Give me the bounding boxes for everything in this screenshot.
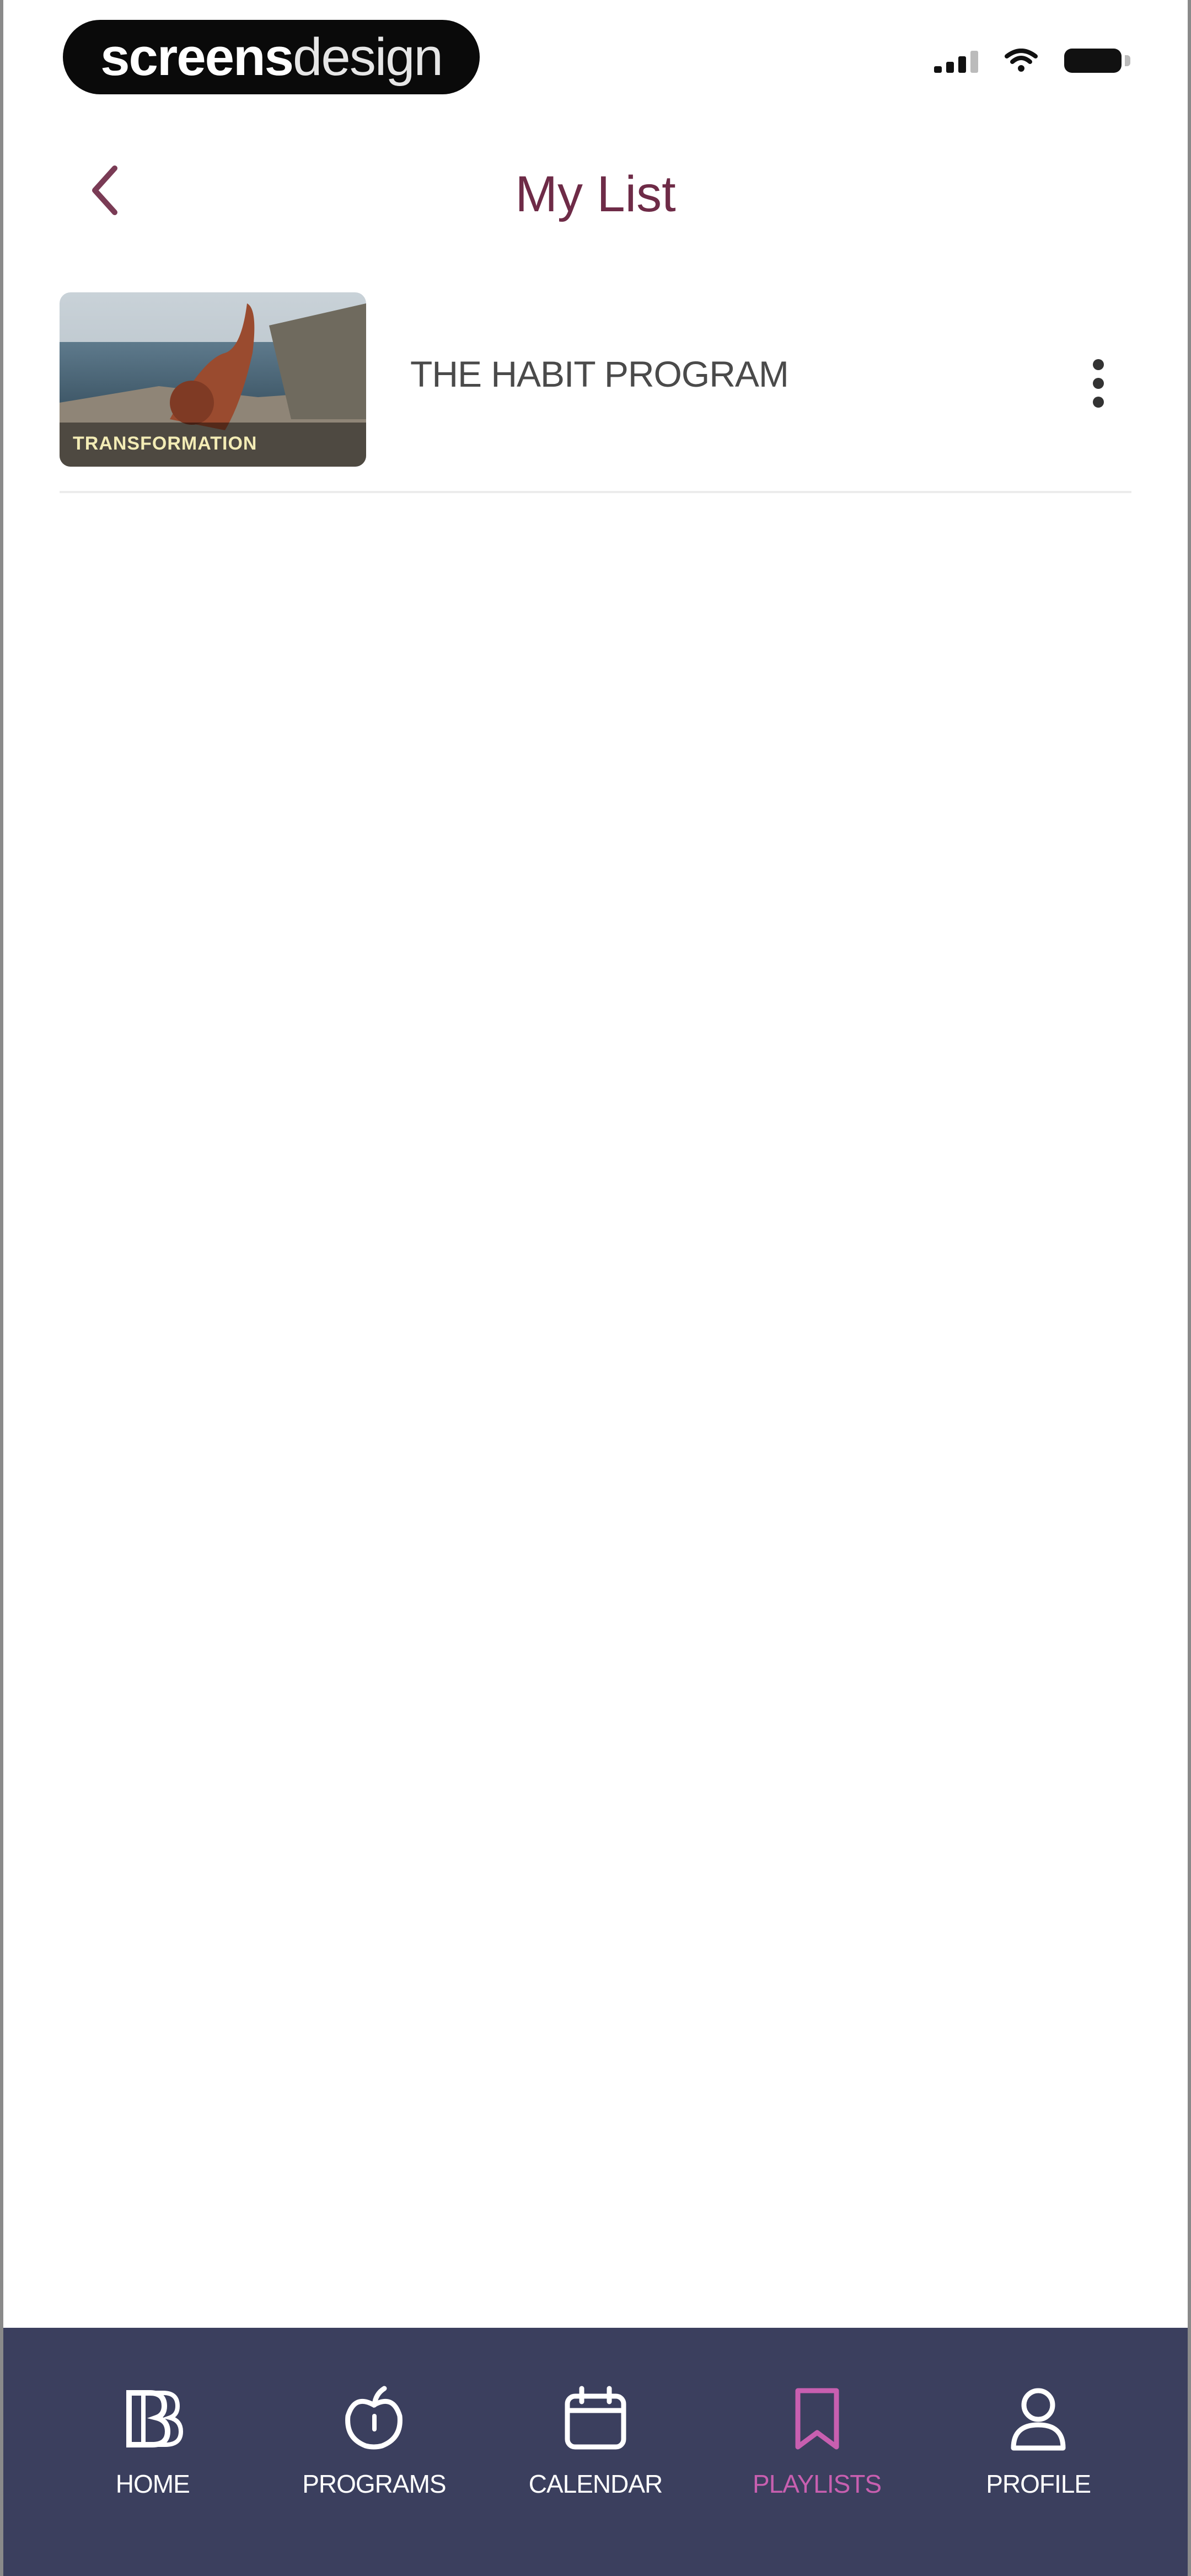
watermark-bold-text: screens [100, 27, 294, 87]
tab-home-label: HOME [115, 2470, 190, 2498]
wifi-icon [1005, 49, 1038, 72]
more-options-button[interactable] [1082, 353, 1115, 414]
watermark-light-text: design [293, 27, 443, 87]
signal-icon [934, 49, 978, 73]
bottom-tab-bar: HOME PROGRAMS CALENDAR PLAYLISTS PROFILE [3, 2328, 1188, 2576]
status-bar: screens design [3, 0, 1188, 121]
thumbnail-label: TRANSFORMATION [73, 433, 257, 454]
phone-screen: screens design My List TRANSFORMATION TH… [0, 0, 1191, 2576]
tab-home[interactable]: HOME [59, 2328, 246, 2499]
calendar-icon [565, 2386, 626, 2450]
tab-calendar[interactable]: CALENDAR [502, 2328, 689, 2499]
tab-calendar-label: CALENDAR [528, 2470, 663, 2498]
user-icon [1011, 2388, 1066, 2451]
list-item[interactable]: TRANSFORMATION THE HABIT PROGRAM [60, 292, 1131, 493]
more-dots-icon [1093, 359, 1104, 370]
apple-icon [345, 2386, 403, 2450]
program-title: THE HABIT PROGRAM [410, 354, 789, 394]
page-title: My List [515, 166, 676, 222]
status-icons [934, 49, 1130, 73]
battery-icon [1064, 49, 1130, 73]
tab-programs[interactable]: PROGRAMS [280, 2328, 468, 2499]
tab-playlists[interactable]: PLAYLISTS [723, 2328, 911, 2499]
watermark-logo: screens design [63, 20, 480, 94]
header: My List [3, 143, 1188, 243]
tab-profile-label: PROFILE [986, 2470, 1091, 2498]
tab-playlists-label: PLAYLISTS [753, 2470, 882, 2498]
tab-profile[interactable]: PROFILE [945, 2328, 1132, 2499]
logo-icon [126, 2390, 183, 2447]
program-thumbnail: TRANSFORMATION [60, 292, 366, 467]
bookmark-icon [795, 2388, 839, 2450]
tab-programs-label: PROGRAMS [302, 2470, 446, 2498]
my-list: TRANSFORMATION THE HABIT PROGRAM [60, 292, 1131, 493]
